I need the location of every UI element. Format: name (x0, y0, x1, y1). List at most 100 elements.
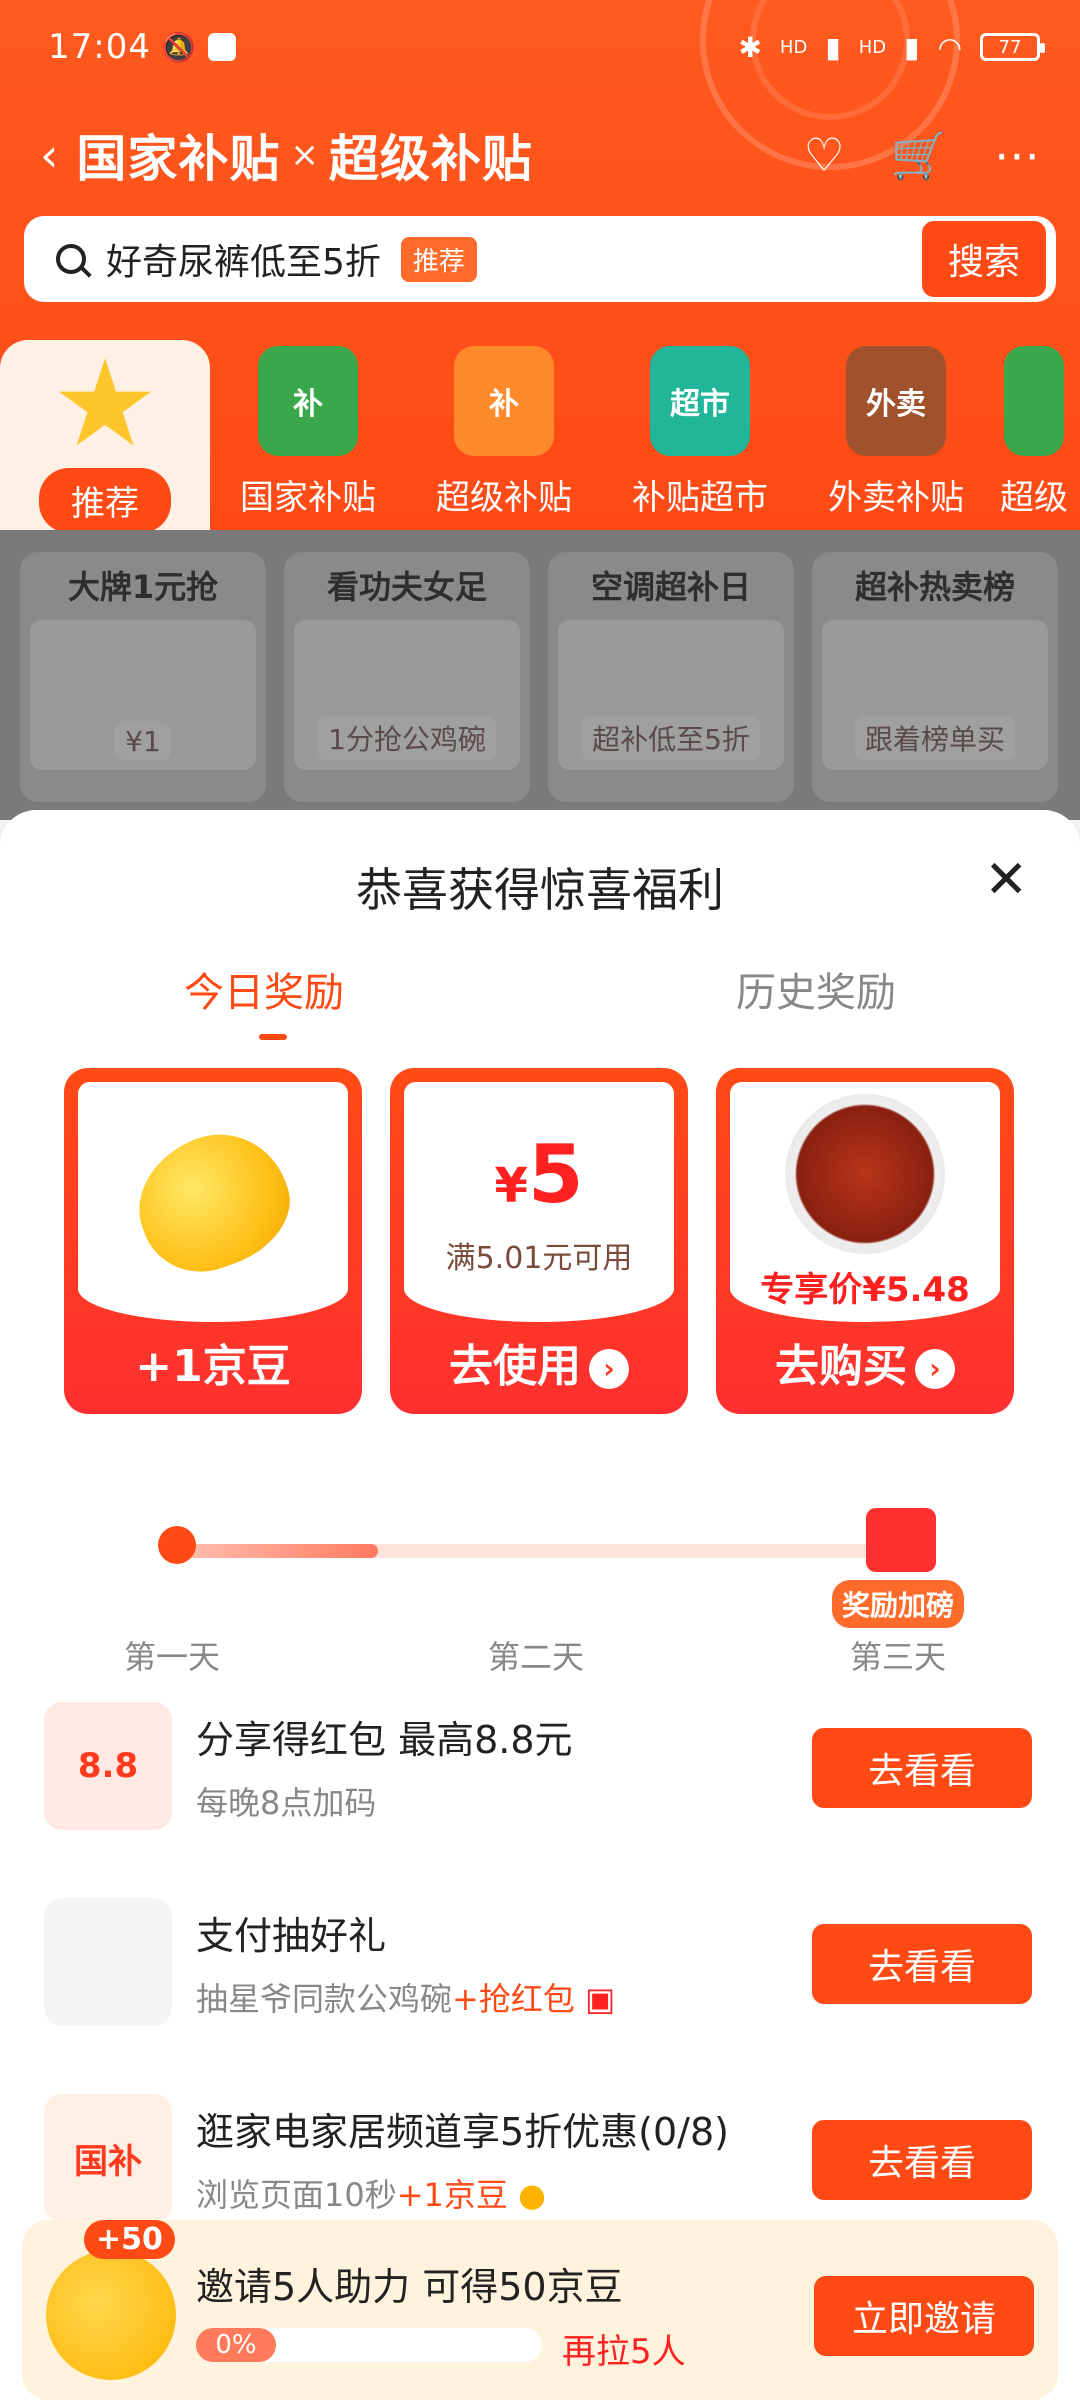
task-thumb-text: 国补 (74, 2141, 142, 2182)
reward-action-label: +1京豆 (135, 1341, 291, 1392)
task-thumbnail: 8.8 (44, 1702, 172, 1830)
signal-bars-icon-1: ▮ (825, 30, 841, 64)
invite-button[interactable]: 立即邀请 (814, 2276, 1034, 2356)
reward-tabs: 今日奖励 历史奖励 (0, 960, 1080, 1040)
category-national-subsidy[interactable]: 补 国家补贴 (210, 340, 406, 530)
reward-sheet: 恭喜获得惊喜福利 ✕ 今日奖励 历史奖励 +1京豆 ¥5 满5.01元可用 去使… (0, 810, 1080, 2400)
reward-action[interactable]: +1京豆 (64, 1330, 362, 1394)
tab-today[interactable]: 今日奖励 (184, 960, 344, 1040)
title-left: 国家补贴 (76, 130, 281, 188)
search-icon (56, 244, 86, 274)
reward-action[interactable]: 去购买 › (716, 1330, 1014, 1394)
invite-banner: +50 邀请5人助力 可得50京豆 0% 再拉5人 立即邀请 (22, 2220, 1058, 2400)
promo-image: 跟着榜单买 (822, 620, 1048, 770)
title-bar: ‹ 国家补贴 × 超级补贴 ♡ 🛒 ⋯ (40, 120, 1040, 190)
search-recommend-tag: 推荐 (400, 236, 477, 282)
invite-progress-bar: 0% (196, 2328, 542, 2362)
android-icon (207, 33, 236, 61)
coupon-currency: ¥ (494, 1157, 528, 1214)
reward-action-label: 去使用 (449, 1341, 581, 1392)
jingdou-coins-icon (46, 2250, 176, 2380)
task-subtitle-text: 每晚8点加码 (196, 1783, 377, 1822)
promo-card: 空调超补日 超补低至5折 (548, 552, 794, 802)
wifi-icon: ◠ (937, 30, 962, 64)
gift-icon (866, 1508, 936, 1572)
reward-card-body (78, 1082, 348, 1322)
notification-muted-icon: 🔕 (160, 30, 196, 64)
category-label: 超级 (1000, 478, 1068, 518)
reward-jingdou[interactable]: +1京豆 (64, 1068, 362, 1414)
task-go-button[interactable]: 去看看 (812, 1728, 1032, 1808)
promo-card: 超补热卖榜 跟着榜单买 (812, 552, 1058, 802)
status-time: 17:04 (48, 27, 151, 67)
tab-history[interactable]: 历史奖励 (736, 960, 896, 1018)
favorite-heart-icon[interactable]: ♡ (803, 128, 844, 182)
task-subtitle-highlight: +抢红包 (452, 1979, 575, 2018)
invite-title: 邀请5人助力 可得50京豆 (196, 2265, 623, 2309)
search-input[interactable]: 好奇尿裤低至5折 (106, 233, 381, 285)
task-subtitle: 每晚8点加码 (196, 1778, 573, 1824)
category-tabs: ★ 推荐 补 国家补贴 补 超级补贴 超市 补贴超市 外卖 外卖补贴 超级 (0, 340, 1080, 530)
shield-icon: 补 (258, 346, 358, 456)
reward-cards: +1京豆 ¥5 满5.01元可用 去使用 › 专享价¥5.48 去购买 › (64, 1068, 1016, 1414)
task-title: 支付抽好礼 (196, 1913, 387, 1958)
chevron-right-icon: › (589, 1349, 629, 1389)
progress-track (178, 1544, 906, 1558)
category-icon-text: 超市 (670, 387, 730, 422)
signal-icon-2: HD (858, 36, 887, 58)
task-subtitle-text: 抽星爷同款公鸡碗 (196, 1979, 453, 2018)
coupon-condition: 满5.01元可用 (445, 1240, 633, 1276)
invite-progress-percent: 0% (196, 2328, 276, 2362)
category-more[interactable]: 超级 (994, 340, 1074, 530)
category-super-subsidy[interactable]: 补 超级补贴 (406, 340, 602, 530)
red-packet-icon: ▣ (574, 1979, 616, 2018)
category-icon-text: 补 (293, 387, 323, 422)
task-title: 逛家电家居频道享5折优惠(0/8) (196, 2109, 729, 2154)
category-label: 补贴超市 (632, 478, 768, 518)
title-separator: × (290, 135, 319, 175)
chevron-right-icon: › (915, 1349, 955, 1389)
promo-image: 1分抢公鸡碗 (294, 620, 520, 770)
category-icon-text: 补 (489, 387, 519, 422)
progress-fill (178, 1544, 378, 1558)
promo-caption: 跟着榜单买 (854, 716, 1015, 760)
task-thumb-text: 8.8 (77, 1746, 139, 1786)
title-right: 超级补贴 (328, 130, 533, 188)
category-recommend[interactable]: ★ 推荐 (0, 340, 210, 530)
bag-icon: 外卖 (846, 346, 946, 456)
back-icon[interactable]: ‹ (40, 128, 58, 182)
category-label: 国家补贴 (240, 478, 376, 518)
promo-caption: ¥1 (115, 723, 171, 760)
search-bar[interactable]: 好奇尿裤低至5折 推荐 搜索 (24, 216, 1056, 302)
category-takeout-subsidy[interactable]: 外卖 外卖补贴 (798, 340, 994, 530)
promo-title: 空调超补日 (590, 568, 751, 606)
battery-icon: 77 (980, 33, 1045, 61)
more-icon[interactable]: ⋯ (994, 128, 1040, 182)
promo-card: 大牌1元抢 ¥1 (20, 552, 266, 802)
category-icon (1004, 346, 1064, 456)
cart-icon[interactable]: 🛒 (891, 128, 948, 183)
task-go-button[interactable]: 去看看 (812, 1924, 1032, 2004)
status-bar: 17:04 🔕 ✱ HD ▮ HD ▮ ◠ 77 (48, 22, 1045, 72)
basket-icon: 超市 (650, 346, 750, 456)
close-icon[interactable]: ✕ (984, 854, 1028, 906)
reward-card-body: ¥5 满5.01元可用 (404, 1082, 674, 1322)
badge-icon: 补 (454, 346, 554, 456)
signal-icon-1: HD (779, 36, 808, 58)
task-go-button[interactable]: 去看看 (812, 2120, 1032, 2200)
category-icon-text: 外卖 (866, 387, 926, 422)
task-row: 支付抽好礼 抽星爷同款公鸡碗+抢红包 ▣ 去看看 (44, 1864, 1040, 2060)
reward-action[interactable]: 去使用 › (390, 1330, 688, 1394)
task-subtitle-text: 浏览页面10秒 (196, 2175, 397, 2214)
category-subsidy-market[interactable]: 超市 补贴超市 (602, 340, 798, 530)
bonus-tag: 奖励加磅 (832, 1580, 965, 1628)
jingdou-icon: ● (507, 2175, 547, 2214)
coupon-amount: ¥5 (494, 1128, 583, 1221)
reward-product[interactable]: 专享价¥5.48 去购买 › (716, 1068, 1014, 1414)
reward-coupon[interactable]: ¥5 满5.01元可用 去使用 › (390, 1068, 688, 1414)
header: 17:04 🔕 ✱ HD ▮ HD ▮ ◠ 77 ‹ 国家补贴 × 超级补贴 ♡… (0, 0, 1080, 530)
checkin-progress: 奖励加磅 第一天 第二天 第三天 (0, 1400, 1080, 1676)
search-button[interactable]: 搜索 (921, 221, 1046, 297)
task-list: 8.8 分享得红包 最高8.8元 每晚8点加码 去看看 支付抽好礼 抽星爷同款公… (44, 1668, 1040, 2256)
promo-title: 超补热卖榜 (854, 568, 1015, 606)
